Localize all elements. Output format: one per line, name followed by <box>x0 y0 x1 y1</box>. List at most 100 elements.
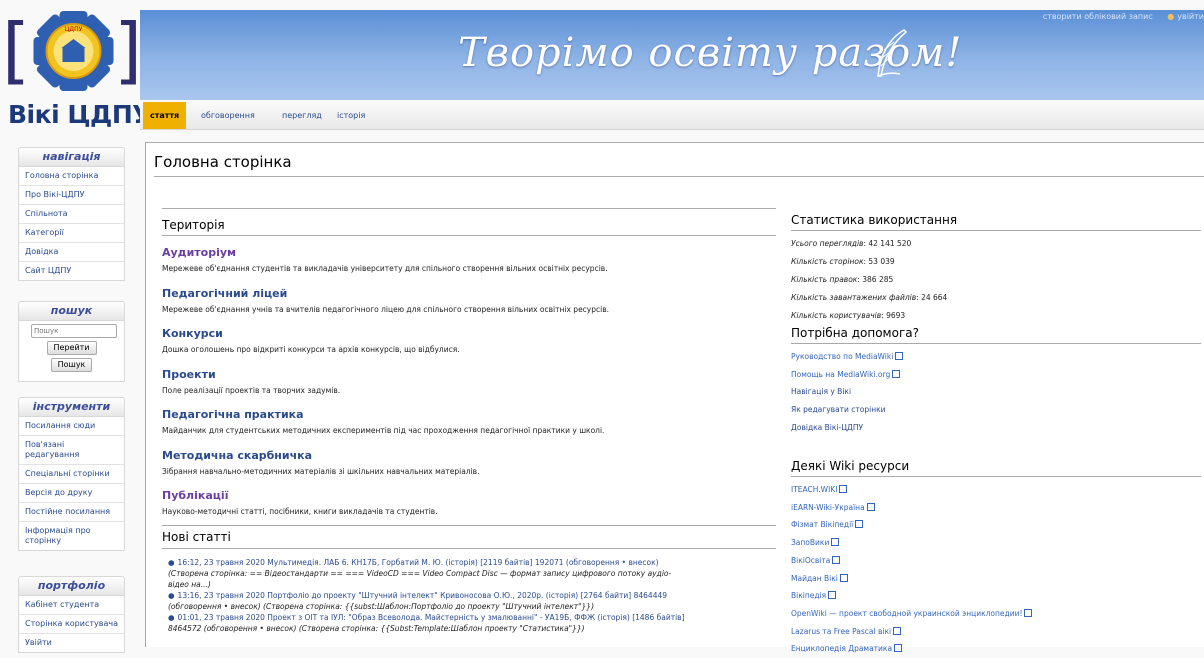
territory-section: Методична скарбничка Зібрання навчально-… <box>162 449 772 477</box>
external-link-icon <box>892 369 901 378</box>
resource-link[interactable]: Енциклопедія Драматика <box>791 640 1201 658</box>
nav-portlet-title: навігація <box>18 147 125 167</box>
section-description: Мережеве об'єднання учнів та вчителів пе… <box>162 305 610 314</box>
search-portlet-title: пошук <box>18 301 125 321</box>
section-title-link[interactable]: Аудиторіум <box>162 246 772 260</box>
stat-row: Кількість правок: 386 285 <box>791 275 894 284</box>
resource-link[interactable]: Вікіпедія <box>791 587 1201 605</box>
new-articles-top-divider <box>162 525 776 526</box>
section-description: Науково-методичні статті, посібники, кни… <box>162 507 438 516</box>
help-heading: Потрібна допомога? <box>791 326 919 340</box>
sidebar-item-login[interactable]: Увійти <box>19 634 124 652</box>
page-tabs: стаття обговорення перегляд історія <box>140 102 1204 130</box>
sidebar-item-special-pages[interactable]: Спеціальні сторінки <box>19 465 124 484</box>
stats-block: Статистика використання Усього перегляді… <box>791 213 1201 325</box>
section-description: Зібрання навчально-методичних матеріалів… <box>162 467 480 476</box>
page-title: Головна сторінка <box>154 153 292 171</box>
resource-link[interactable]: Фізмат Вікіпедії <box>791 516 1201 534</box>
site-title[interactable]: Вікі ЦДПУ <box>8 100 152 129</box>
territory-top-divider <box>162 208 776 209</box>
tab-history[interactable]: історія <box>337 102 365 129</box>
stat-row: Усього переглядів: 42 141 520 <box>791 239 912 248</box>
quill-icon <box>877 29 908 77</box>
sidebar-item-main-page[interactable]: Головна сторінка <box>19 167 124 186</box>
title-divider <box>154 176 1204 177</box>
bullet-icon: ● <box>168 613 175 622</box>
sidebar-item-print-version[interactable]: Версія до друку <box>19 484 124 503</box>
sidebar-item-related-changes[interactable]: Пов'язані редагування <box>19 436 124 465</box>
section-description: Майданчик для студентських методичних ек… <box>162 426 605 435</box>
help-link[interactable]: Довідка Вікі-ЦДПУ <box>791 419 1201 437</box>
external-link-icon <box>895 352 904 360</box>
resources-heading: Деякі Wiki ресурси <box>791 459 910 473</box>
sidebar-item-what-links-here[interactable]: Посилання сюди <box>19 417 124 436</box>
external-link-icon <box>893 626 902 635</box>
resource-link[interactable]: ВікіОсвіта <box>791 552 1201 570</box>
section-title-link[interactable]: Методична скарбничка <box>162 449 772 463</box>
search-input[interactable] <box>31 324 117 338</box>
tab-discussion[interactable]: обговорення <box>201 102 255 129</box>
resource-link[interactable]: ITEACH.WIKI <box>791 481 1201 499</box>
search-button[interactable]: Пошук <box>50 358 93 372</box>
territory-heading: Територія <box>162 218 225 232</box>
create-account-link[interactable]: створити обліковий запис <box>1043 12 1153 21</box>
personal-tools: створити обліковий запис ● увійти <box>1031 10 1204 24</box>
help-block: Потрібна допомога? Руководство по MediaW… <box>791 326 1201 437</box>
stat-row: Кількість сторінок: 53 039 <box>791 257 895 266</box>
bullet-icon: ● <box>168 591 175 600</box>
territory-section: Публікації Науково-методичні статті, пос… <box>162 489 772 517</box>
help-link[interactable]: Навігація у Вікі <box>791 383 1201 401</box>
bullet-icon: ● <box>168 558 175 567</box>
resource-link[interactable]: iEARN-Wiki-Україна <box>791 499 1201 517</box>
list-item: ● 01:01, 23 травня 2020 Проект з ОІТ та І… <box>168 613 685 633</box>
new-articles-list: ● 16:12, 23 травня 2020 Мультимедія. ЛАБ … <box>168 557 768 634</box>
section-title-link[interactable]: Публікації <box>162 489 772 503</box>
user-icon: ● <box>1167 12 1175 21</box>
sidebar-item-user-page[interactable]: Сторінка користувача <box>19 615 124 634</box>
site-logo[interactable]: [ ] ЦДПУ <box>2 8 143 100</box>
external-link-icon <box>839 573 848 582</box>
resource-link[interactable]: Майдан Вікі <box>791 570 1201 588</box>
sidebar-item-student-cabinet[interactable]: Кабінет студента <box>19 596 124 615</box>
sidebar-item-site[interactable]: Сайт ЦДПУ <box>19 262 124 280</box>
resource-link[interactable]: OpenWiki — проект свободной украинской э… <box>791 605 1201 623</box>
help-link[interactable]: Як редагувати сторінки <box>791 401 1201 419</box>
external-link-icon <box>855 520 864 529</box>
university-emblem-icon: ЦДПУ <box>33 11 114 91</box>
resource-link[interactable]: ЗапоВики <box>791 534 1201 552</box>
sidebar-item-permanent-link[interactable]: Постійне посилання <box>19 503 124 522</box>
list-item: ● 13:16, 23 травня 2020 Портфоліо до прое… <box>168 591 668 611</box>
external-link-icon <box>832 555 841 564</box>
stat-row: Кількість завантажених файлів: 24 664 <box>791 293 948 302</box>
tab-view[interactable]: перегляд <box>282 102 322 129</box>
resources-block: Деякі Wiki ресурси ITEACH.WIKI iEARN-Wik… <box>791 459 1201 658</box>
sidebar-item-categories[interactable]: Категорії <box>19 224 124 243</box>
help-link[interactable]: Руководство по MediaWiki <box>791 348 1201 366</box>
stat-row: Кількість користувачів: 9693 <box>791 311 906 320</box>
svg-text:ЦДПУ: ЦДПУ <box>65 26 83 33</box>
portfolio-portlet-title: портфоліо <box>18 576 125 596</box>
tools-portlet-title: інструменти <box>18 397 125 417</box>
new-articles-heading-rule <box>162 548 776 549</box>
login-link[interactable]: ● увійти <box>1167 12 1204 21</box>
go-button[interactable]: Перейти <box>46 341 97 355</box>
portfolio-portlet: портфоліо Кабінет студента Сторінка кори… <box>18 576 125 653</box>
section-title-link[interactable]: Проекти <box>162 368 772 382</box>
sidebar-item-about[interactable]: Про Вікі-ЦДПУ <box>19 186 124 205</box>
help-link[interactable]: Помощь на MediaWiki.org <box>791 366 1201 384</box>
sidebar-item-help[interactable]: Довідка <box>19 243 124 262</box>
sidebar-item-page-info[interactable]: Інформація про сторінку <box>19 522 124 550</box>
tab-article[interactable]: стаття <box>143 102 187 129</box>
territory-section: Аудиторіум Мережеве об'єднання студентів… <box>162 246 772 274</box>
resource-link[interactable]: Lazarus та Free Pascal вікі <box>791 623 1201 641</box>
section-title-link[interactable]: Педагогічний ліцей <box>162 287 772 301</box>
territory-heading-rule <box>162 235 776 236</box>
list-item: ● 16:12, 23 травня 2020 Мультимедія. ЛАБ … <box>168 558 672 589</box>
territory-section: Проекти Поле реалізації проектів та твор… <box>162 368 772 396</box>
section-title-link[interactable]: Педагогічна практика <box>162 408 772 422</box>
right-bracket-icon: ] <box>114 8 143 92</box>
sidebar-item-community[interactable]: Спільнота <box>19 205 124 224</box>
nav-portlet: навігація Головна сторінка Про Вікі-ЦДПУ… <box>18 147 125 281</box>
section-description: Дошка оголошень про відкриті конкурси та… <box>162 345 460 354</box>
section-title-link[interactable]: Конкурси <box>162 327 772 341</box>
